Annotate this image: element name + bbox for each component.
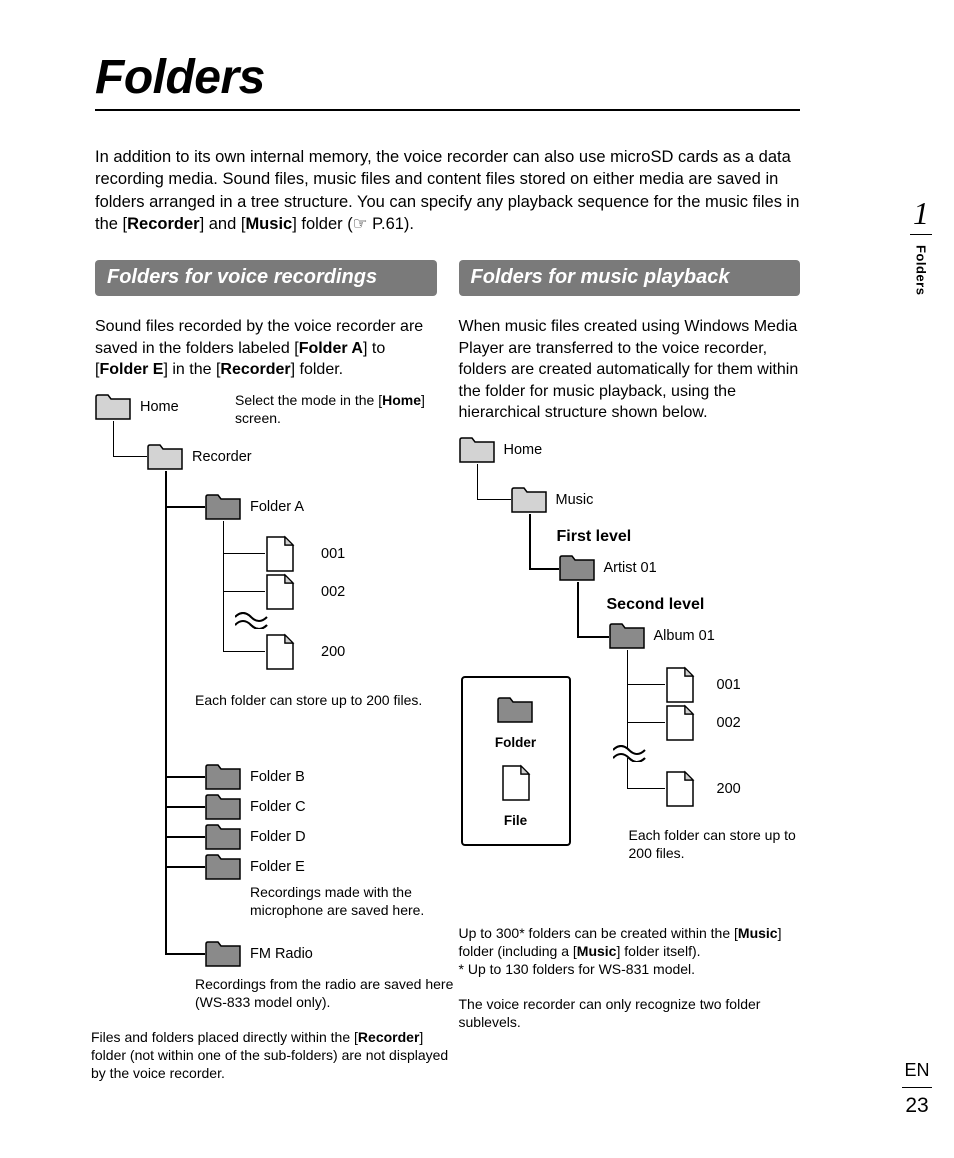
home-note: Select the mode in the [Home] screen. (235, 391, 453, 427)
radio-note: Recordings from the radio are saved here… (195, 975, 457, 1011)
folder-icon (559, 554, 596, 582)
folder-icon (497, 696, 534, 724)
voice-tree: Home Select the mode in the [Home] scree… (95, 393, 437, 1073)
legend-file-label: File (473, 813, 559, 828)
music-intro: When music files created using Windows M… (459, 316, 801, 424)
page-number: 23 (902, 1094, 932, 1118)
music-label: Music (556, 492, 594, 508)
language-label: EN (902, 1060, 932, 1081)
folder-icon (609, 622, 646, 650)
file-002: 002 (717, 715, 741, 731)
column-voice: Folders for voice recordings Sound files… (95, 260, 437, 1073)
folder-icon (205, 493, 242, 521)
folder-icon (511, 486, 548, 514)
intro-paragraph: In addition to its own internal memory, … (95, 146, 800, 235)
folder-icon (205, 853, 242, 881)
file-icon (665, 770, 695, 808)
file-icon (265, 535, 295, 573)
artist-label: Artist 01 (604, 560, 657, 576)
chapter-tab: Folders (914, 245, 929, 295)
folder-icon (95, 393, 132, 421)
second-level-label: Second level (607, 596, 705, 614)
heading-voice: Folders for voice recordings (95, 260, 437, 296)
each-folder-note-right: Each folder can store up to 200 files. (629, 826, 809, 862)
break-icon (235, 611, 269, 632)
folder-b-label: Folder B (250, 769, 305, 785)
title-rule (95, 109, 800, 111)
column-music: Folders for music playback When music fi… (459, 260, 801, 1073)
folder-icon (459, 436, 496, 464)
chapter-number: 1 (910, 195, 932, 232)
sidebar: 1 Folders (910, 195, 932, 295)
voice-footnote: Files and folders placed directly within… (91, 1028, 451, 1083)
music-footnote-1: Up to 300* folders can be created within… (459, 924, 801, 979)
page-title: Folders (95, 50, 800, 105)
voice-intro: Sound files recorded by the voice record… (95, 316, 437, 381)
file-001: 001 (321, 546, 345, 562)
first-level-label: First level (557, 528, 632, 546)
home-label: Home (504, 442, 543, 458)
music-footnote-2: The voice recorder can only recognize tw… (459, 995, 801, 1031)
each-folder-note: Each folder can store up to 200 files. (195, 691, 422, 709)
home-label: Home (140, 399, 179, 415)
file-icon (665, 666, 695, 704)
legend-folder-label: Folder (473, 735, 559, 750)
folder-icon (205, 763, 242, 791)
mic-note: Recordings made with the microphone are … (250, 883, 460, 919)
file-icon (265, 573, 295, 611)
file-001: 001 (717, 677, 741, 693)
folder-icon (205, 940, 242, 968)
file-icon (501, 764, 531, 802)
folder-d-label: Folder D (250, 829, 306, 845)
file-200: 200 (321, 644, 345, 660)
legend: Folder File (461, 676, 571, 846)
folder-icon (205, 823, 242, 851)
folder-e-label: Folder E (250, 859, 305, 875)
file-icon (265, 633, 295, 671)
folder-a-label: Folder A (250, 499, 304, 515)
file-002: 002 (321, 584, 345, 600)
folder-icon (147, 443, 184, 471)
break-icon (613, 744, 647, 765)
album-label: Album 01 (654, 628, 715, 644)
recorder-label: Recorder (192, 449, 252, 465)
fm-radio-label: FM Radio (250, 946, 313, 962)
page-footer: EN 23 (902, 1060, 932, 1118)
file-200: 200 (717, 781, 741, 797)
music-tree: Home Music First level Artist 01 Second … (459, 436, 801, 916)
folder-c-label: Folder C (250, 799, 306, 815)
file-icon (665, 704, 695, 742)
heading-music: Folders for music playback (459, 260, 801, 296)
folder-icon (205, 793, 242, 821)
